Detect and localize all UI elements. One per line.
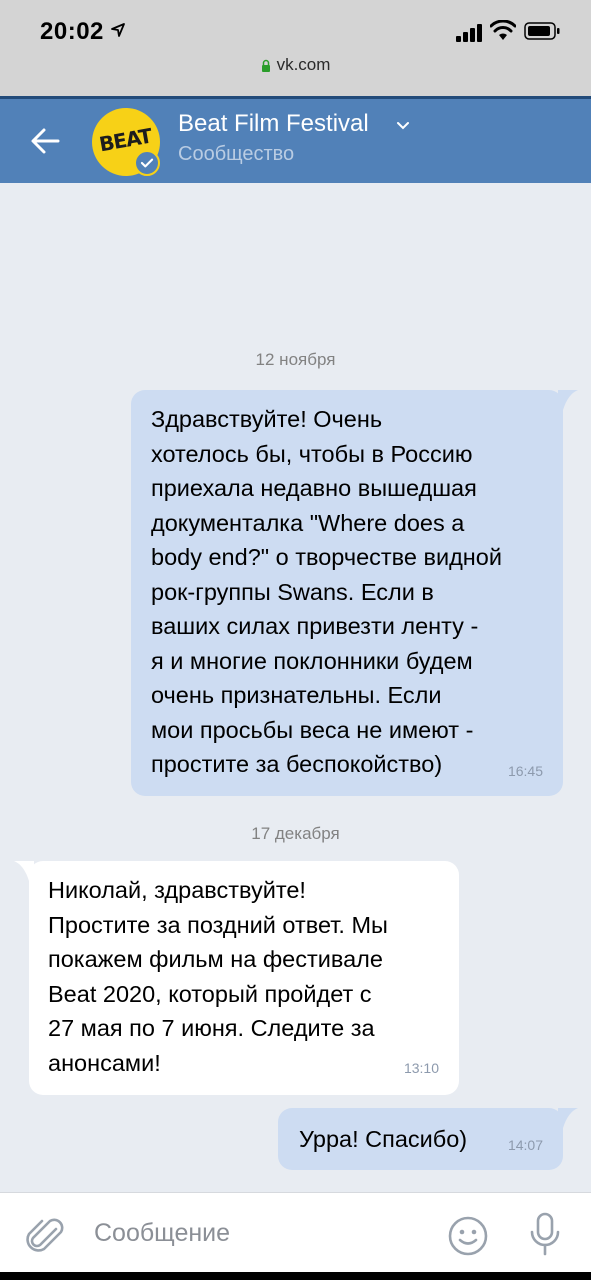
- url-bar[interactable]: vk.com: [0, 55, 591, 81]
- message-line: покажем фильм на фестивале: [48, 946, 383, 972]
- chat-header: BEAT Beat Film Festival Сообщество: [0, 96, 591, 183]
- verified-check-icon: [134, 150, 160, 176]
- date-separator: 12 ноября: [255, 350, 336, 369]
- emoji-icon[interactable]: [447, 1215, 489, 1257]
- message-time: 14:07: [507, 1136, 543, 1153]
- message-line: рок-группы Swans. Если в: [151, 578, 434, 605]
- wifi-icon: [490, 20, 516, 40]
- message-text: Урра! Спасибо): [299, 1126, 468, 1152]
- bubble-tail: [558, 1108, 578, 1128]
- status-time: 20:02: [40, 18, 104, 45]
- message-input[interactable]: Сообщение: [94, 1219, 230, 1248]
- community-avatar[interactable]: BEAT: [92, 108, 160, 176]
- message-line: Простите за поздний ответ. Мы: [48, 911, 388, 938]
- message-line: документалка "Where does a: [151, 509, 465, 536]
- message-bubble-incoming[interactable]: Николай, здравствуйте! Простите за поздн…: [29, 861, 459, 1095]
- message-line: Здравствуйте! Очень: [151, 406, 383, 432]
- message-line: Beat 2020, который пройдет с: [48, 980, 372, 1007]
- bubble-tail: [558, 390, 578, 410]
- message-composer: Сообщение: [0, 1192, 591, 1280]
- message-line: приехала недавно вышедшая: [151, 475, 477, 501]
- message-time: 13:10: [403, 1059, 439, 1076]
- message-bubble-outgoing[interactable]: Здравствуйте! Очень хотелось бы, чтобы в…: [131, 390, 563, 796]
- message-line: мои просьбы веса не имеют -: [151, 716, 474, 743]
- message-line: body end?" о творчестве видной: [151, 544, 502, 570]
- message-line: 27 мая по 7 июня. Следите за: [48, 1015, 375, 1041]
- message-line: ваших силах привезти ленту -: [151, 613, 479, 639]
- message-time: 16:45: [507, 762, 543, 779]
- chat-subtitle: Сообщество: [178, 143, 295, 165]
- message-line: очень признательны. Если: [151, 682, 442, 708]
- status-bar: 20:02 vk.com: [0, 0, 591, 96]
- message-line: анонсами!: [48, 1049, 161, 1076]
- chevron-down-icon[interactable]: [396, 121, 410, 131]
- message-text: Николай, здравствуйте! Простите за поздн…: [48, 873, 388, 1080]
- battery-icon: [524, 22, 560, 40]
- home-indicator-bar: [0, 1272, 591, 1280]
- message-bubble-outgoing[interactable]: Урра! Спасибо) 14:07: [278, 1108, 563, 1170]
- chat-title[interactable]: Beat Film Festival: [178, 110, 369, 138]
- microphone-icon[interactable]: [528, 1211, 562, 1257]
- cellular-signal-icon: [456, 24, 482, 42]
- url-text: vk.com: [276, 55, 331, 74]
- lock-icon: [261, 59, 270, 72]
- message-line: хотелось бы, чтобы в Россию: [151, 440, 473, 467]
- date-separator: 17 декабря: [251, 824, 340, 843]
- message-text: Здравствуйте! Очень хотелось бы, чтобы в…: [151, 402, 502, 782]
- message-line: я и многие поклонники будем: [151, 647, 473, 674]
- paperclip-icon[interactable]: [26, 1215, 66, 1257]
- back-arrow-icon[interactable]: [22, 117, 70, 165]
- message-line: Николай, здравствуйте!: [48, 877, 306, 903]
- location-arrow-icon: [111, 23, 125, 37]
- bubble-tail: [14, 861, 34, 881]
- message-line: простите за беспокойство): [151, 751, 443, 777]
